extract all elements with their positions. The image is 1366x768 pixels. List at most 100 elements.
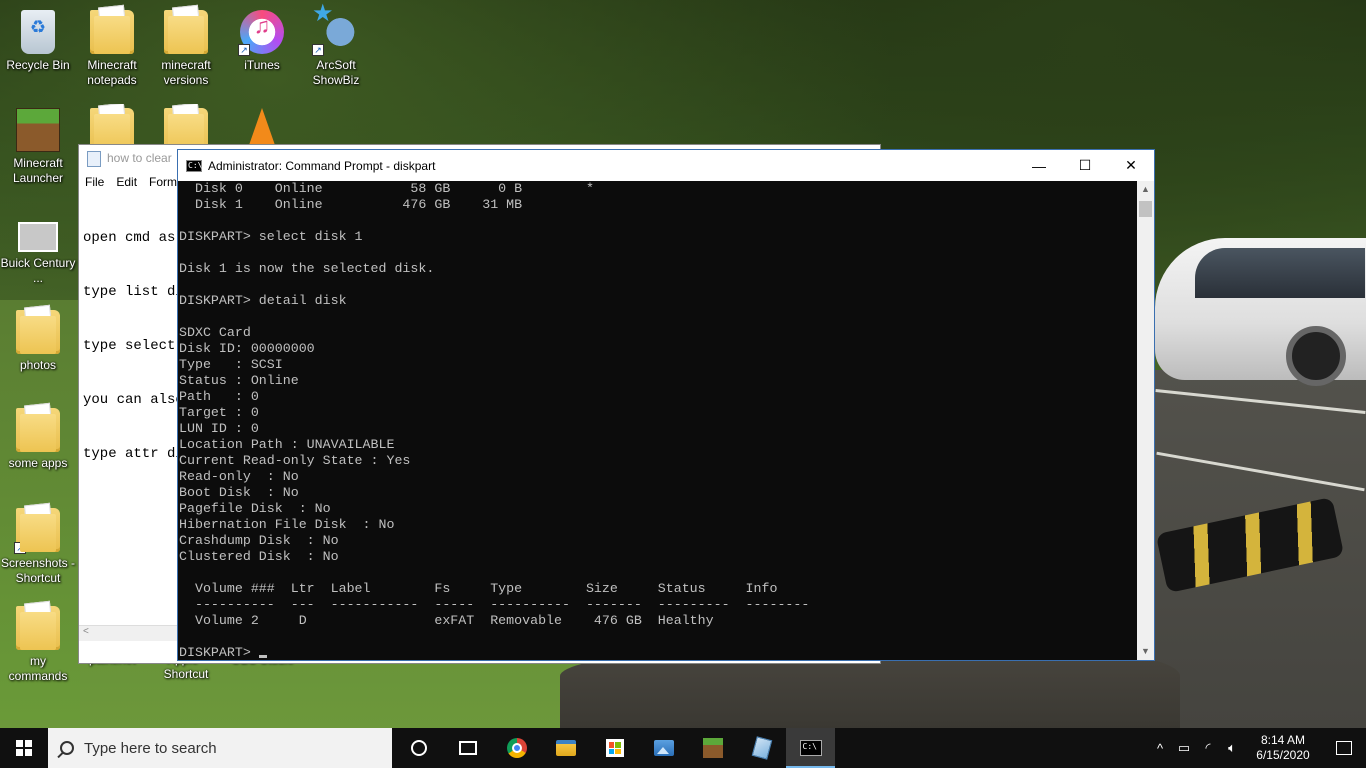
notepad-icon bbox=[751, 736, 772, 760]
shortcut-arrow-icon: ↗ bbox=[312, 44, 324, 56]
microsoft-store-icon bbox=[605, 739, 624, 757]
system-tray: ^ ▭ ◜ 🔈︎ 8:14 AM 6/15/2020 bbox=[1148, 728, 1366, 768]
taskbar-photos[interactable] bbox=[639, 728, 688, 768]
console-line: Clustered Disk : No bbox=[179, 549, 339, 564]
cortana-icon bbox=[410, 740, 427, 756]
desktop-icon-vlc-partial[interactable] bbox=[224, 104, 300, 144]
desktop-icon-minecraft-versions[interactable]: minecraft versions bbox=[148, 6, 224, 88]
notepad-icon bbox=[87, 151, 101, 167]
shortcut-arrow-icon: ↗ bbox=[238, 44, 250, 56]
cmd-vertical-scrollbar[interactable]: ▲ ▼ bbox=[1137, 181, 1154, 660]
command-prompt-icon: C:\ bbox=[799, 740, 822, 756]
console-line: Volume 2 D exFAT Removable 476 GB Health… bbox=[179, 613, 714, 628]
wallpaper-parking-lot bbox=[1155, 370, 1366, 728]
folder-icon bbox=[16, 408, 60, 452]
scroll-down-icon[interactable]: ▼ bbox=[1137, 643, 1154, 660]
console-line: Hibernation File Disk : No bbox=[179, 517, 395, 532]
taskbar-chrome[interactable] bbox=[492, 728, 541, 768]
desktop-icon-label: ArcSoft ShowBiz bbox=[312, 58, 360, 87]
notepad-horizontal-scrollbar[interactable]: < bbox=[79, 625, 179, 641]
taskbar-search-box[interactable]: Type here to search bbox=[48, 728, 392, 768]
desktop-icon-buick-century[interactable]: Buick Century ... bbox=[0, 212, 76, 286]
console-line: SDXC Card bbox=[179, 325, 251, 340]
command-prompt-window[interactable]: C:\ Administrator: Command Prompt - disk… bbox=[177, 149, 1155, 661]
console-line: Crashdump Disk : No bbox=[179, 533, 339, 548]
start-button[interactable] bbox=[0, 728, 48, 768]
taskbar-minecraft[interactable] bbox=[688, 728, 737, 768]
desktop-icon-folder-partial-2[interactable] bbox=[148, 104, 224, 144]
desktop-icon-my-commands[interactable]: my commands bbox=[0, 602, 76, 684]
console-line: Read-only : No bbox=[179, 469, 299, 484]
desktop-icon-folder-partial[interactable] bbox=[74, 104, 150, 144]
desktop-icon-label: Screenshots - Shortcut bbox=[0, 556, 76, 585]
taskbar: Type here to search C:\ ^ ▭ ◜ 🔈︎ 8:14 AM… bbox=[0, 728, 1366, 768]
console-line: Current Read-only State : Yes bbox=[179, 453, 411, 468]
desktop-icon-minecraft-notepads[interactable]: Minecraft notepads bbox=[74, 6, 150, 88]
photo-thumbnail-icon bbox=[18, 222, 58, 252]
itunes-icon: ↗ bbox=[238, 10, 284, 56]
console-line: Disk ID: 00000000 bbox=[179, 341, 315, 356]
taskbar-file-explorer[interactable] bbox=[541, 728, 590, 768]
desktop-icon-photos[interactable]: photos bbox=[0, 306, 76, 373]
console-line: Path : 0 bbox=[179, 389, 259, 404]
desktop-icon-label: some apps bbox=[8, 456, 68, 470]
windows-logo-icon bbox=[16, 740, 32, 756]
console-line: Disk 0 Online 58 GB 0 B * bbox=[179, 181, 594, 196]
wifi-icon[interactable]: ◜ bbox=[1196, 740, 1220, 756]
scroll-left-icon[interactable]: < bbox=[83, 626, 89, 637]
desktop-icon-label: Minecraft Launcher bbox=[12, 156, 64, 185]
minimize-button[interactable]: — bbox=[1016, 150, 1062, 181]
scroll-up-icon[interactable]: ▲ bbox=[1137, 181, 1154, 198]
folder-icon bbox=[16, 310, 60, 354]
chrome-icon bbox=[506, 738, 527, 758]
action-center-button[interactable] bbox=[1322, 728, 1366, 768]
cortana-button[interactable] bbox=[394, 728, 443, 768]
desktop-icon-label: Recycle Bin bbox=[6, 58, 70, 72]
desktop-icon-some-apps[interactable]: some apps bbox=[0, 404, 76, 471]
console-line: Disk 1 Online 476 GB 31 MB bbox=[179, 197, 523, 212]
task-view-icon bbox=[458, 741, 477, 755]
showbiz-icon: ↗ bbox=[312, 6, 358, 56]
desktop-icon-label: minecraft versions bbox=[161, 58, 211, 87]
search-icon bbox=[60, 741, 74, 755]
console-line: DISKPART> select disk 1 bbox=[179, 229, 363, 244]
file-explorer-icon bbox=[555, 740, 576, 756]
console-output[interactable]: Disk 0 Online 58 GB 0 B * Disk 1 Online … bbox=[178, 181, 1137, 660]
clock-date: 6/15/2020 bbox=[1256, 748, 1310, 762]
show-hidden-icons-chevron-icon[interactable]: ^ bbox=[1148, 741, 1172, 756]
folder-icon bbox=[16, 606, 60, 650]
menu-edit[interactable]: Edit bbox=[116, 175, 137, 191]
scroll-thumb[interactable] bbox=[1139, 201, 1152, 217]
folder-icon bbox=[164, 108, 208, 144]
desktop-icon-itunes[interactable]: ↗ iTunes bbox=[224, 6, 300, 73]
desktop-icon-minecraft-launcher[interactable]: Minecraft Launcher bbox=[0, 104, 76, 186]
volume-icon[interactable]: 🔈︎ bbox=[1220, 740, 1244, 756]
desktop-icon-recycle-bin[interactable]: Recycle Bin bbox=[0, 6, 76, 73]
cmd-titlebar[interactable]: C:\ Administrator: Command Prompt - disk… bbox=[178, 150, 1154, 181]
folder-icon bbox=[90, 10, 134, 54]
console-line: Status : Online bbox=[179, 373, 299, 388]
desktop-icon-label: Minecraft notepads bbox=[87, 58, 137, 87]
folder-icon bbox=[164, 10, 208, 54]
maximize-button[interactable]: ☐ bbox=[1062, 150, 1108, 181]
battery-icon[interactable]: ▭ bbox=[1172, 740, 1196, 756]
console-line: DISKPART> detail disk bbox=[179, 293, 347, 308]
close-button[interactable]: ✕ bbox=[1108, 150, 1154, 181]
taskbar-clock[interactable]: 8:14 AM 6/15/2020 bbox=[1244, 733, 1322, 763]
desktop-icon-arcsoft-showbiz[interactable]: ↗ ArcSoft ShowBiz bbox=[298, 6, 374, 88]
desktop-icon-screenshots-shortcut[interactable]: ↗ Screenshots - Shortcut bbox=[0, 504, 76, 586]
console-line: Pagefile Disk : No bbox=[179, 501, 331, 516]
menu-format[interactable]: Form bbox=[149, 175, 177, 191]
taskbar-store[interactable] bbox=[590, 728, 639, 768]
notepad-title: how to clear bbox=[107, 151, 172, 165]
taskbar-command-prompt[interactable]: C:\ bbox=[786, 728, 835, 768]
search-placeholder: Type here to search bbox=[84, 739, 217, 757]
taskbar-notepad[interactable] bbox=[737, 728, 786, 768]
menu-file[interactable]: File bbox=[85, 175, 104, 191]
folder-icon bbox=[90, 108, 134, 144]
console-cursor bbox=[258, 655, 267, 658]
task-view-button[interactable] bbox=[443, 728, 492, 768]
